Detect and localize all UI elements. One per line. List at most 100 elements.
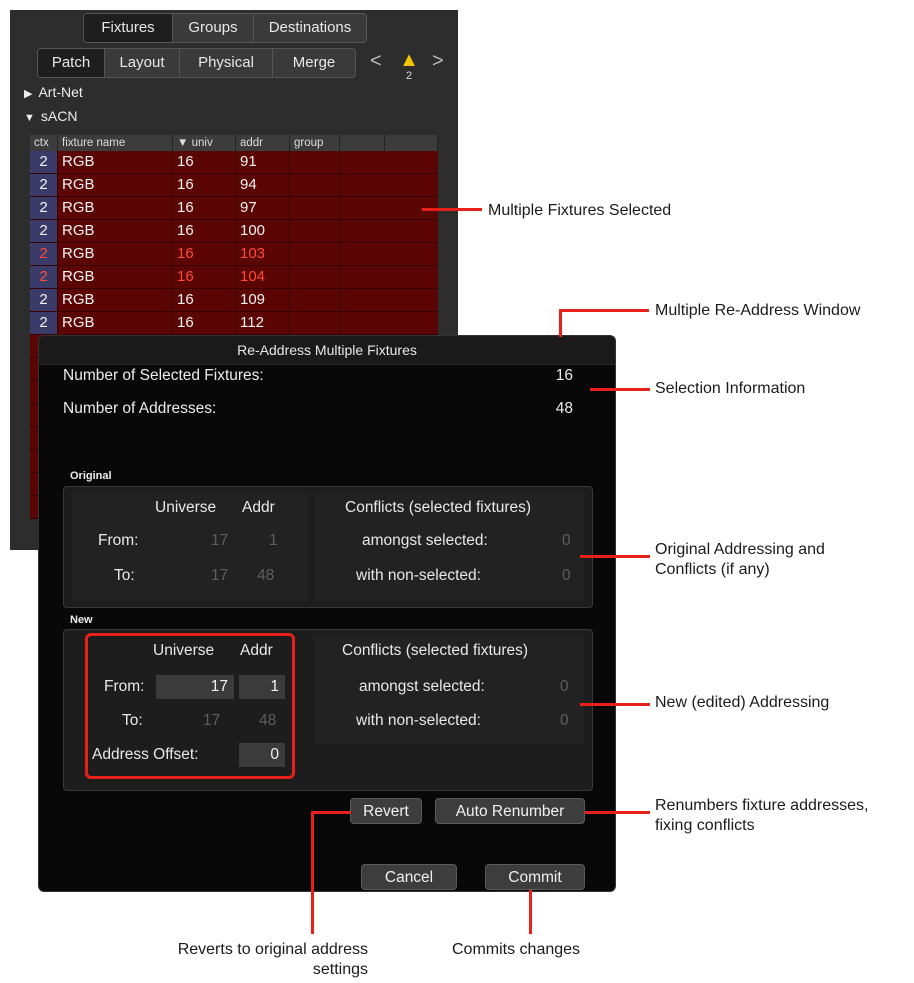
- column-header-univ-label: univ: [191, 137, 213, 149]
- annotation-readdress-window: Multiple Re-Address Window: [655, 302, 861, 319]
- table-row[interactable]: 2 RGB 16 91: [30, 151, 438, 174]
- tree-item-artnet[interactable]: ▶ Art-Net: [24, 84, 83, 100]
- new-nonselected-label: with non-selected:: [356, 712, 481, 729]
- nav-prev-button[interactable]: <: [370, 50, 382, 73]
- cell-univ: 16: [173, 220, 236, 242]
- table-header: ctx fixture name ▼ univ addr group: [30, 135, 438, 151]
- tree-item-sacn[interactable]: ▼ sACN: [24, 108, 77, 124]
- original-to-universe: 17: [211, 567, 229, 584]
- cell-univ: 16: [173, 197, 236, 219]
- new-section-label: New: [70, 614, 93, 626]
- column-header-fixture-name[interactable]: fixture name: [58, 135, 173, 151]
- original-to-addr: 48: [257, 567, 275, 584]
- cell-group: [290, 289, 340, 311]
- original-group: Universe Addr From: 17 1 To: 17 48 Confl…: [63, 486, 593, 608]
- callout-line-fixtures-selected: [422, 208, 482, 211]
- cell-group: [290, 197, 340, 219]
- sub-tab-bar: Patch Layout Physical Merge: [37, 48, 356, 78]
- column-header-group[interactable]: group: [290, 135, 340, 151]
- callout-line-new-addressing: [580, 703, 650, 706]
- cell-group: [290, 151, 340, 173]
- table-row[interactable]: 2 RGB 16 109: [30, 289, 438, 312]
- commit-button[interactable]: Commit: [485, 864, 585, 890]
- cell-ctx: 2: [30, 220, 58, 242]
- cell-univ: 16: [173, 243, 236, 265]
- tree-label-artnet: Art-Net: [38, 84, 83, 100]
- readdress-dialog: Re-Address Multiple Fixtures Number of S…: [38, 335, 616, 892]
- cell-addr: 112: [236, 312, 290, 334]
- annotation-renumbers-2: fixing conflicts: [655, 817, 755, 834]
- callout-line-reverts-h: [311, 811, 351, 814]
- annotation-reverts-2: settings: [312, 961, 368, 978]
- revert-button[interactable]: Revert: [350, 798, 422, 824]
- cancel-button[interactable]: Cancel: [361, 864, 457, 890]
- original-from-label: From:: [98, 532, 139, 549]
- column-header-empty: [340, 135, 385, 151]
- callout-line-reverts-v: [311, 811, 314, 934]
- tab-patch[interactable]: Patch: [38, 49, 105, 77]
- annotation-renumbers-1: Renumbers fixture addresses,: [655, 797, 869, 814]
- tab-fixtures[interactable]: Fixtures: [84, 14, 173, 42]
- annotation-selection-info: Selection Information: [655, 380, 806, 397]
- original-from-universe: 17: [211, 532, 229, 549]
- column-header-addr[interactable]: addr: [236, 135, 290, 151]
- expand-arrow-icon: ▶: [24, 88, 33, 100]
- cell-ctx: 2: [30, 266, 58, 288]
- table-row-conflict[interactable]: 2 RGB 16 103: [30, 243, 438, 266]
- tree-label-sacn: sACN: [40, 108, 78, 124]
- table-row-conflict[interactable]: 2 RGB 16 104: [30, 266, 438, 289]
- top-tab-bar: Fixtures Groups Destinations: [83, 13, 367, 43]
- new-conflicts-header: Conflicts (selected fixtures): [342, 642, 529, 659]
- tab-layout[interactable]: Layout: [105, 49, 180, 77]
- original-section-label: Original: [70, 470, 112, 482]
- cell-addr: 97: [236, 197, 290, 219]
- tab-physical[interactable]: Physical: [180, 49, 273, 77]
- original-conflicts-header: Conflicts (selected fixtures): [345, 499, 532, 516]
- cell-univ: 16: [173, 174, 236, 196]
- cell-addr: 91: [236, 151, 290, 173]
- addresses-value: 48: [555, 400, 573, 417]
- cell-fixture-name: RGB: [58, 266, 173, 288]
- cell-ctx: 2: [30, 312, 58, 334]
- cell-ctx: 2: [30, 151, 58, 173]
- original-universe-header: Universe: [155, 499, 217, 516]
- scrollbar-header: [385, 135, 438, 151]
- cell-univ: 16: [173, 312, 236, 334]
- cell-addr: 109: [236, 289, 290, 311]
- cell-univ: 16: [173, 151, 236, 173]
- table-row[interactable]: 2 RGB 16 100: [30, 220, 438, 243]
- cell-group: [290, 243, 340, 265]
- warning-button[interactable]: ▲ 2: [398, 50, 420, 82]
- dialog-title: Re-Address Multiple Fixtures: [39, 336, 615, 365]
- cell-ctx: 2: [30, 197, 58, 219]
- new-nonselected-value: 0: [560, 712, 569, 729]
- cell-addr: 94: [236, 174, 290, 196]
- table-row[interactable]: 2 RGB 16 112: [30, 312, 438, 335]
- cell-fixture-name: RGB: [58, 174, 173, 196]
- column-header-ctx[interactable]: ctx: [30, 135, 58, 151]
- callout-line-renumbers: [585, 811, 650, 814]
- tab-groups[interactable]: Groups: [173, 14, 254, 42]
- original-amongst-label: amongst selected:: [362, 532, 488, 549]
- auto-renumber-button[interactable]: Auto Renumber: [435, 798, 585, 824]
- cell-univ: 16: [173, 289, 236, 311]
- cell-fixture-name: RGB: [58, 243, 173, 265]
- table-row[interactable]: 2 RGB 16 94: [30, 174, 438, 197]
- cell-fixture-name: RGB: [58, 289, 173, 311]
- tab-merge[interactable]: Merge: [273, 49, 355, 77]
- tab-destinations[interactable]: Destinations: [254, 14, 366, 42]
- new-addressing-highlight: [85, 633, 295, 779]
- collapse-arrow-icon: ▼: [24, 112, 35, 124]
- sort-arrow-icon: ▼: [177, 137, 189, 149]
- annotation-new-addressing: New (edited) Addressing: [655, 694, 830, 711]
- warning-count: 2: [405, 70, 413, 82]
- column-header-univ[interactable]: ▼ univ: [173, 135, 236, 151]
- cell-univ: 16: [173, 266, 236, 288]
- cell-addr: 104: [236, 266, 290, 288]
- cell-ctx: 2: [30, 243, 58, 265]
- nav-next-button[interactable]: >: [432, 50, 444, 73]
- table-row[interactable]: 2 RGB 16 97: [30, 197, 438, 220]
- cell-ctx: 2: [30, 174, 58, 196]
- new-amongst-label: amongst selected:: [359, 678, 485, 695]
- original-nonselected-value: 0: [562, 567, 571, 584]
